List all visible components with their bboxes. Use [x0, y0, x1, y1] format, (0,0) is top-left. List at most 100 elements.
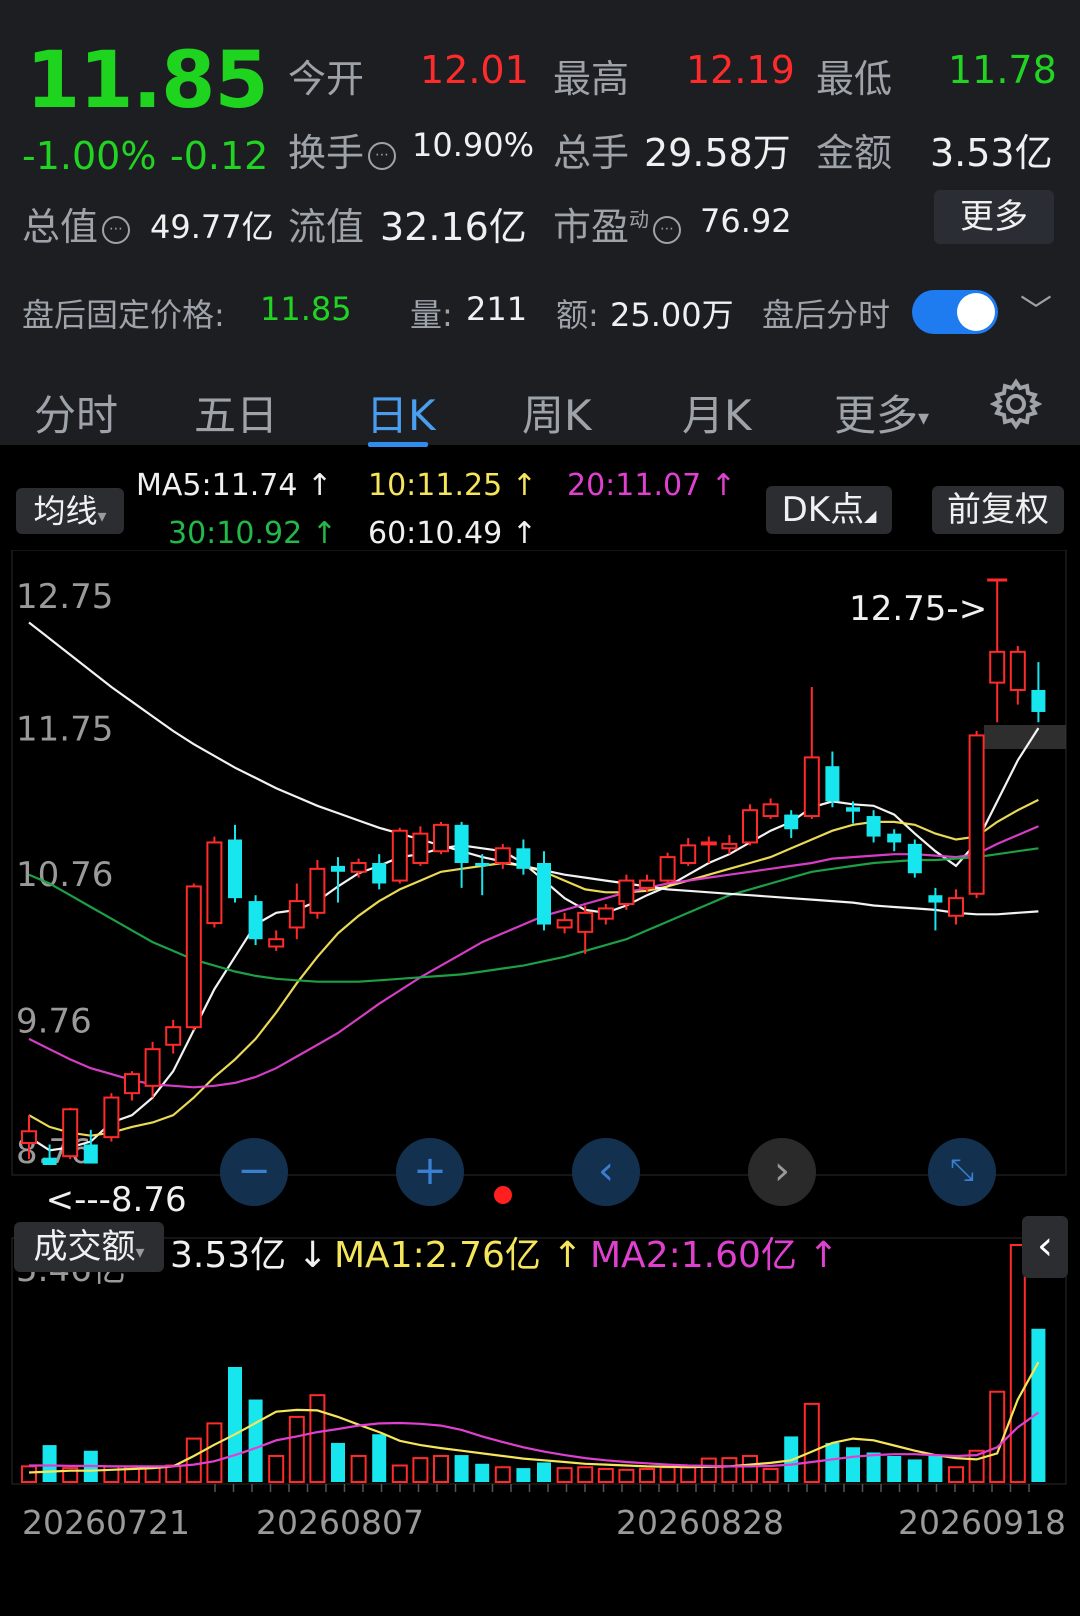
candle-body-up — [494, 847, 511, 864]
candle-body-up — [206, 841, 223, 925]
kline-chart[interactable]: 12.7511.7510.769.768.76 12.75-><---8.76 … — [0, 550, 1080, 1616]
volume-bar-up — [412, 1457, 429, 1484]
volume-bar-down — [42, 1445, 57, 1482]
candle-body-up — [968, 734, 985, 895]
float-value: 32.16亿 — [380, 205, 527, 249]
tab-daily-k[interactable]: 日K — [366, 382, 436, 443]
pe-label-text: 市盈 — [553, 205, 630, 249]
candle-body-up — [989, 650, 1006, 684]
volume-bar-down — [1031, 1328, 1046, 1482]
volume-bar-up — [350, 1454, 367, 1484]
pe-sup: 动 — [629, 207, 650, 232]
ma60-value: 60:10.49 ↑ — [368, 516, 537, 551]
candle-body-up — [350, 861, 367, 873]
candle-body-up — [659, 856, 676, 882]
dk-point-label: DK点 — [781, 490, 865, 530]
volume-bar-up — [700, 1457, 717, 1483]
tab-five-day[interactable]: 五日 — [194, 382, 278, 443]
volume-bar-up — [803, 1402, 820, 1483]
volume-bar-up — [762, 1467, 779, 1484]
after-hours-vol-label: 量: — [410, 296, 453, 334]
more-button[interactable]: 更多 — [934, 190, 1054, 244]
fullscreen-icon[interactable]: ⤡ — [928, 1138, 996, 1206]
candle-body-up — [288, 900, 305, 929]
zoom-out-button[interactable]: − — [220, 1138, 288, 1206]
volume-ma1: MA1:2.76亿 ↑ — [334, 1235, 583, 1276]
change-percent: -1.00% — [22, 134, 157, 178]
chevron-down-icon[interactable]: ﹀ — [1020, 286, 1052, 332]
open-label: 今开 — [288, 57, 365, 101]
candle-body-up — [618, 879, 635, 906]
ma-line-ma20 — [28, 825, 1039, 1089]
dk-point-button[interactable]: DK点◢ — [766, 486, 892, 534]
scroll-left-button[interactable]: ‹ — [572, 1138, 640, 1206]
candle-body-down — [248, 901, 263, 940]
mcap-label[interactable]: 总值 ⋯ — [22, 196, 134, 251]
ma10-value: 10:11.25 ↑ — [368, 468, 537, 503]
volume-ma-line-ma2 — [29, 1411, 1040, 1468]
float-label: 流值 — [288, 205, 365, 249]
collapse-panel-button[interactable]: ‹ — [1022, 1216, 1068, 1278]
date-tick-label: 20260721 — [22, 1503, 190, 1542]
ma30-text: 30:10.92 — [168, 516, 303, 551]
volume-bar-down — [248, 1399, 263, 1482]
date-tick-label: 20260807 — [256, 1503, 424, 1542]
volume-current-text: 3.53亿 — [170, 1235, 287, 1276]
price-highlight-band — [984, 725, 1066, 749]
info-circle-icon[interactable]: ⋯ — [368, 141, 397, 170]
volume-bar-up — [618, 1468, 635, 1483]
info-circle-icon[interactable]: ⋯ — [653, 215, 682, 244]
volume-ma-line-ma1 — [28, 1361, 1040, 1474]
candle-body-up — [165, 1026, 182, 1046]
candle-body-down — [537, 862, 551, 925]
date-tick-label: 20260828 — [616, 1503, 784, 1542]
turnover-label[interactable]: 换手 ⋯ — [288, 122, 400, 177]
caret-down-icon: ▾ — [135, 1242, 145, 1263]
volume-selector-label: 成交额 — [33, 1227, 136, 1267]
volume-bar-down — [866, 1452, 881, 1482]
volume-bar-up — [144, 1466, 161, 1484]
volume-selector[interactable]: 成交额▾ — [14, 1222, 164, 1272]
price-tick-label: 12.75 — [16, 577, 113, 617]
zoom-in-button[interactable]: + — [396, 1138, 464, 1206]
volume-bar-down — [537, 1462, 551, 1482]
volume-ma2-text: MA2:1.60亿 — [590, 1235, 797, 1276]
scroll-right-button[interactable]: › — [748, 1138, 816, 1206]
after-hours-amt-value: 25.00万 — [610, 296, 734, 334]
tab-more[interactable]: 更多▾ — [834, 382, 929, 443]
date-tick-label: 20260918 — [898, 1503, 1066, 1542]
candle-body-up — [268, 938, 285, 948]
volume-bar-up — [309, 1394, 326, 1484]
tab-weekly-k[interactable]: 周K — [522, 382, 592, 443]
volume-bar-down — [928, 1455, 943, 1482]
toggle-knob — [957, 293, 995, 331]
ma-selector-label: 均线 — [33, 492, 98, 530]
candle-body-up — [742, 809, 758, 844]
candle-body-down — [83, 1144, 98, 1164]
low-label: 最低 — [816, 57, 893, 101]
after-hours-toggle-label: 盘后分时 — [762, 296, 891, 334]
volume-bar-up — [1009, 1244, 1026, 1483]
ma-selector[interactable]: 均线▾ — [16, 488, 124, 534]
candle-body-down — [42, 1157, 57, 1165]
ma5-value: MA5:11.74 ↑ — [136, 468, 333, 503]
volume-bar-up — [288, 1415, 305, 1484]
info-circle-icon[interactable]: ⋯ — [102, 215, 131, 244]
candle-body-up — [309, 867, 326, 914]
volume-bar-up — [556, 1467, 573, 1483]
ma60-text: 60:10.49 — [368, 516, 503, 551]
caret-down-icon: ▾ — [918, 406, 930, 431]
tab-monthly-k[interactable]: 月K — [682, 382, 752, 443]
ma20-text: 20:11.07 — [567, 468, 702, 503]
max-price-marker: 12.75-> — [849, 589, 987, 629]
gear-icon[interactable] — [990, 378, 1042, 430]
mcap-label-text: 总值 — [22, 205, 99, 249]
tab-intraday[interactable]: 分时 — [34, 382, 118, 443]
ma10-text: 10:11.25 — [368, 468, 503, 503]
candle-body-down — [784, 814, 799, 830]
after-hours-toggle[interactable] — [912, 290, 998, 334]
candle-body-up — [21, 1130, 37, 1145]
volume-bar-down — [372, 1434, 387, 1482]
pe-label[interactable]: 市盈动 ⋯ — [553, 196, 685, 251]
adjust-button[interactable]: 前复权 — [932, 486, 1064, 534]
